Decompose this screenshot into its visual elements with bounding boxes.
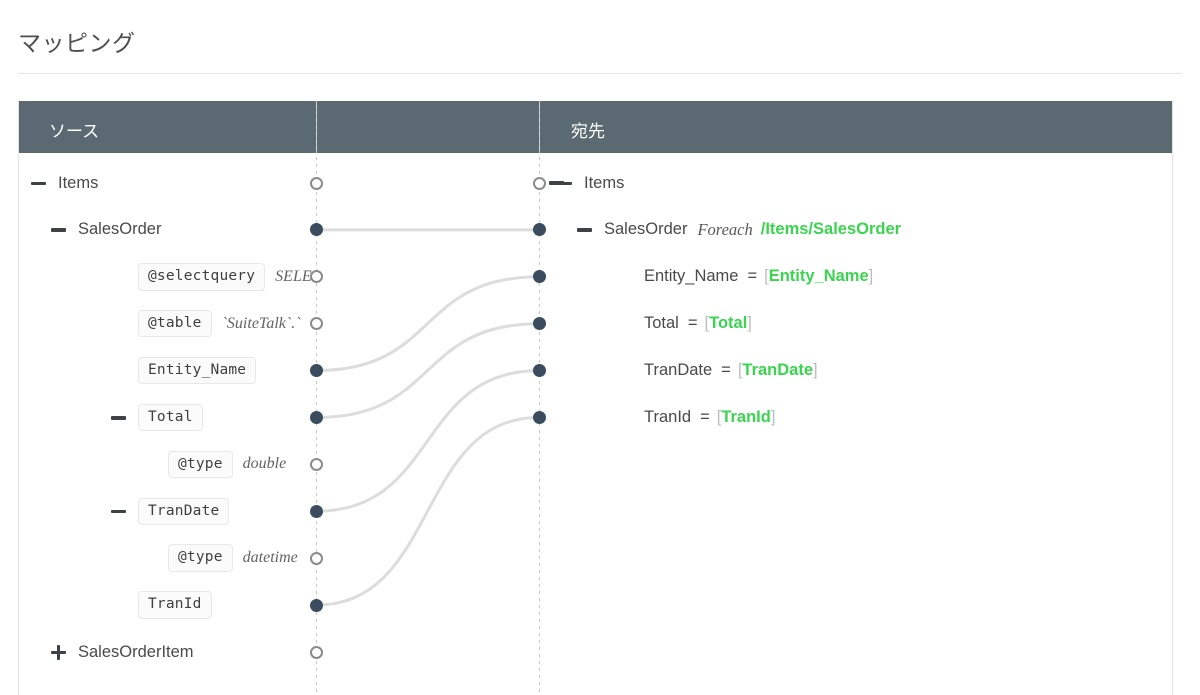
source-row-content: Total	[138, 394, 203, 441]
assignment-operator: =	[747, 267, 757, 286]
title-divider	[18, 73, 1182, 74]
source-connector-dot-connected[interactable]	[310, 505, 323, 518]
destination-mapped-variable: Total	[709, 314, 747, 333]
destination-row-content: SalesOrder Foreach/Items/SalesOrder	[604, 206, 901, 253]
collapse-minus-icon[interactable]	[111, 410, 126, 425]
destination-row-content: Items	[584, 160, 624, 207]
toggle-bar-horizontal	[31, 182, 46, 186]
collapse-minus-icon[interactable]	[577, 222, 592, 237]
collapse-minus-icon[interactable]	[31, 176, 46, 191]
source-row-content: @type datetime	[168, 535, 298, 582]
source-field-badge[interactable]: @type	[168, 544, 233, 572]
source-row-content: SalesOrderItem	[78, 629, 194, 676]
destination-connector-dot-connected[interactable]	[533, 317, 546, 330]
bracket-close: ]	[747, 314, 752, 333]
destination-row-content: Entity_Name=[Entity_Name]	[644, 253, 873, 300]
source-node-label[interactable]: Items	[58, 174, 98, 193]
source-field-badge[interactable]: @type	[168, 451, 233, 479]
destination-connector-dot-connected[interactable]	[533, 411, 546, 424]
source-row-content: Items	[58, 160, 98, 207]
assignment-operator: =	[688, 314, 698, 333]
bracket-close: ]	[813, 361, 818, 380]
expand-plus-icon[interactable]	[51, 645, 66, 660]
collapse-minus-icon[interactable]	[549, 181, 564, 185]
destination-connector-dot-connected[interactable]	[533, 223, 546, 236]
source-field-value: `SuiteTalk`.`	[222, 315, 301, 333]
source-field-badge[interactable]: Total	[138, 404, 203, 432]
bracket-close: ]	[869, 267, 874, 286]
source-connector-dot-connected[interactable]	[310, 223, 323, 236]
source-tree: Items SalesOrder @selectquerySELECT @table `…	[19, 153, 316, 695]
source-row-content: @table `SuiteTalk`.`	[138, 300, 301, 347]
toggle-bar-horizontal	[51, 228, 66, 232]
mapping-panel-header: ソース 宛先	[19, 101, 1173, 153]
toggle-bar-horizontal	[577, 228, 592, 232]
mapping-body: Items SalesOrder @selectquerySELECT @table `…	[19, 153, 1173, 695]
toggle-bar-horizontal	[111, 510, 126, 514]
assignment-operator: =	[700, 408, 710, 427]
destination-tree: Items SalesOrder Foreach/Items/SalesOrder E…	[539, 153, 1173, 695]
destination-keyword: Foreach	[697, 220, 752, 240]
mapping-page: マッピング ソース 宛先 Items SalesOrder @selectquery…	[0, 0, 1200, 695]
source-field-value: double	[243, 455, 287, 473]
source-field-badge[interactable]: TranDate	[138, 498, 229, 526]
bracket-close: ]	[771, 408, 776, 427]
source-field-badge[interactable]: @table	[138, 310, 212, 338]
destination-node-label[interactable]: Items	[584, 174, 624, 193]
source-node-label[interactable]: SalesOrderItem	[78, 643, 194, 662]
assignment-operator: =	[721, 361, 731, 380]
source-row-content: Entity_Name	[138, 347, 256, 394]
destination-connector-dot-connected[interactable]	[533, 364, 546, 377]
source-row-content: @selectquerySELECT	[138, 253, 316, 300]
toggle-bar-horizontal	[111, 416, 126, 420]
column-header-source: ソース	[49, 117, 99, 142]
destination-row-content: TranId=[TranId]	[644, 394, 775, 441]
toggle-bar-vertical	[57, 645, 61, 660]
destination-node-label[interactable]: SalesOrder	[604, 220, 687, 239]
destination-node-label[interactable]: Total	[644, 314, 679, 333]
source-connector-dot-connected[interactable]	[310, 599, 323, 612]
destination-xpath: /Items/SalesOrder	[761, 220, 901, 239]
column-header-destination: 宛先	[571, 117, 605, 142]
destination-node-label[interactable]: TranId	[644, 408, 691, 427]
source-connector-dot-empty[interactable]	[310, 646, 323, 659]
source-field-badge[interactable]: TranId	[138, 591, 212, 619]
destination-connector-dot-connected[interactable]	[533, 270, 546, 283]
source-connector-dot-empty[interactable]	[310, 552, 323, 565]
source-connector-dot-empty[interactable]	[310, 177, 323, 190]
source-field-badge[interactable]: Entity_Name	[138, 357, 256, 385]
source-row-content: @type double	[168, 441, 286, 488]
source-field-badge[interactable]: @selectquery	[138, 263, 265, 291]
destination-mapped-variable: TranId	[721, 408, 771, 427]
source-connector-dot-empty[interactable]	[310, 317, 323, 330]
source-connector-dot-connected[interactable]	[310, 411, 323, 424]
source-row-content: SalesOrder	[78, 206, 161, 253]
collapse-minus-icon[interactable]	[51, 222, 66, 237]
source-connector-dot-empty[interactable]	[310, 458, 323, 471]
destination-mapped-variable: Entity_Name	[769, 267, 869, 286]
source-row-content: TranId	[138, 582, 212, 629]
source-row-content: TranDate	[138, 488, 229, 535]
destination-row-content: Total=[Total]	[644, 300, 752, 347]
destination-node-label[interactable]: Entity_Name	[644, 267, 738, 286]
destination-connector-dot-empty[interactable]	[533, 177, 546, 190]
destination-node-label[interactable]: TranDate	[644, 361, 712, 380]
source-field-value: datetime	[243, 549, 298, 567]
collapse-minus-icon[interactable]	[111, 504, 126, 519]
source-connector-dot-connected[interactable]	[310, 364, 323, 377]
source-connector-dot-empty[interactable]	[310, 270, 323, 283]
mapping-panel: ソース 宛先 Items SalesOrder @selectquerySELECT…	[18, 101, 1173, 695]
destination-mapped-variable: TranDate	[742, 361, 813, 380]
page-title: マッピング	[18, 24, 136, 58]
source-node-label[interactable]: SalesOrder	[78, 220, 161, 239]
destination-row-content: TranDate=[TranDate]	[644, 347, 818, 394]
